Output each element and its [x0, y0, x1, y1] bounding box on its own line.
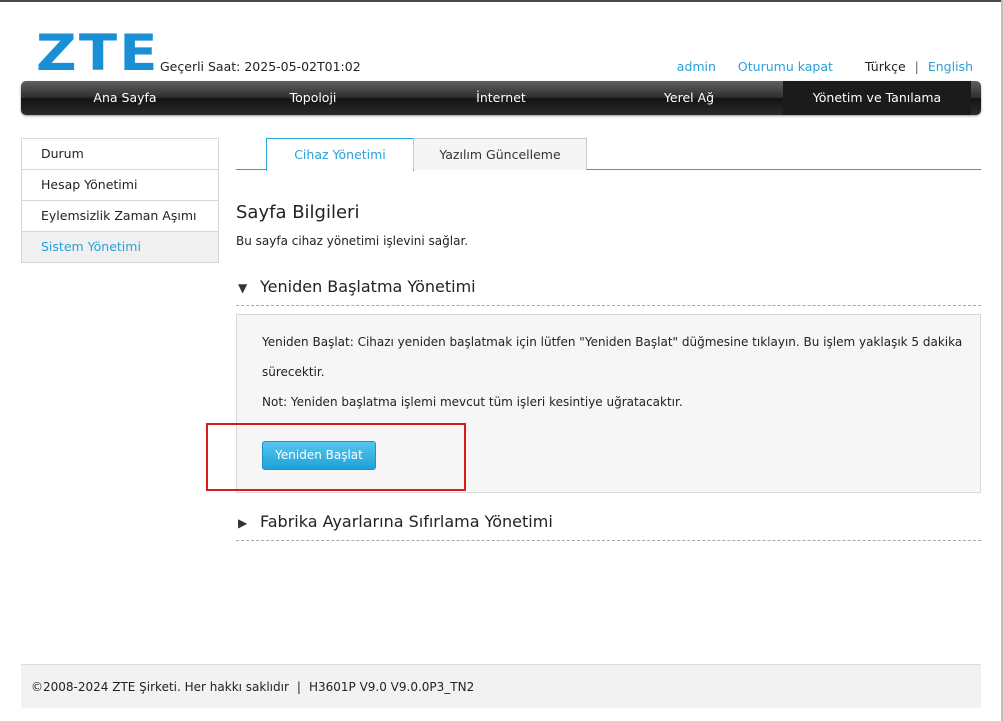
language-separator: |: [914, 59, 919, 74]
nav-yerel-ag[interactable]: Yerel Ağ: [595, 81, 783, 115]
language-current[interactable]: Türkçe: [865, 59, 906, 74]
main-nav: Ana Sayfa Topoloji İnternet Yerel Ağ Yön…: [21, 81, 981, 115]
reboot-section-title: Yeniden Başlatma Yönetimi: [260, 277, 476, 296]
top-links: admin Oturumu kapat Türkçe | English: [677, 59, 973, 74]
nav-topoloji[interactable]: Topoloji: [219, 81, 407, 115]
language-english-link[interactable]: English: [928, 59, 973, 74]
highlight-annotation-box: [206, 423, 466, 491]
window-top-border: [0, 0, 1003, 2]
tab-yazilim-guncelleme[interactable]: Yazılım Güncelleme: [413, 138, 587, 170]
footer-version: H3601P V9.0 V9.0.0P3_TN2: [308, 680, 475, 694]
reboot-section-header[interactable]: ▼ Yeniden Başlatma Yönetimi: [238, 277, 476, 296]
sidebar: Durum Hesap Yönetimi Eylemsizlik Zaman A…: [21, 138, 219, 263]
sidebar-item-eylemsizlik-zaman-asimi[interactable]: Eylemsizlik Zaman Aşımı: [22, 201, 218, 232]
triangle-down-icon: ▼: [238, 281, 248, 295]
reboot-instruction-line2: sürecektir.: [262, 365, 325, 379]
user-link[interactable]: admin: [677, 59, 716, 74]
footer: ©2008-2024 ZTE Şirketi. Her hakkı saklıd…: [21, 664, 981, 708]
sidebar-item-sistem-yonetimi[interactable]: Sistem Yönetimi: [22, 232, 218, 262]
nav-ana-sayfa[interactable]: Ana Sayfa: [31, 81, 219, 115]
current-time: Geçerli Saat: 2025-05-02T01:02: [160, 59, 361, 74]
factory-reset-section-header[interactable]: ▶ Fabrika Ayarlarına Sıfırlama Yönetimi: [238, 512, 553, 531]
page-description: Bu sayfa cihaz yönetimi işlevini sağlar.: [236, 234, 469, 248]
zte-logo: ZTE: [36, 24, 160, 82]
sidebar-item-durum[interactable]: Durum: [22, 139, 218, 170]
reboot-note: Not: Yeniden başlatma işlemi mevcut tüm …: [262, 395, 683, 409]
logout-link[interactable]: Oturumu kapat: [738, 59, 833, 74]
reboot-instruction-line1: Yeniden Başlat: Cihazı yeniden başlatmak…: [262, 335, 963, 349]
page-title: Sayfa Bilgileri: [236, 202, 360, 223]
nav-internet[interactable]: İnternet: [407, 81, 595, 115]
triangle-right-icon: ▶: [238, 516, 248, 530]
factory-reset-section-title: Fabrika Ayarlarına Sıfırlama Yönetimi: [260, 512, 553, 531]
footer-copyright: ©2008-2024 ZTE Şirketi. Her hakkı saklıd…: [31, 680, 289, 694]
nav-yonetim-ve-tanilama[interactable]: Yönetim ve Tanılama: [783, 81, 971, 115]
reboot-section-divider: [236, 305, 981, 306]
tab-cihaz-yonetimi[interactable]: Cihaz Yönetimi: [266, 138, 414, 171]
sidebar-item-hesap-yonetimi[interactable]: Hesap Yönetimi: [22, 170, 218, 201]
footer-separator: |: [296, 680, 301, 694]
factory-reset-section-divider: [236, 540, 981, 541]
